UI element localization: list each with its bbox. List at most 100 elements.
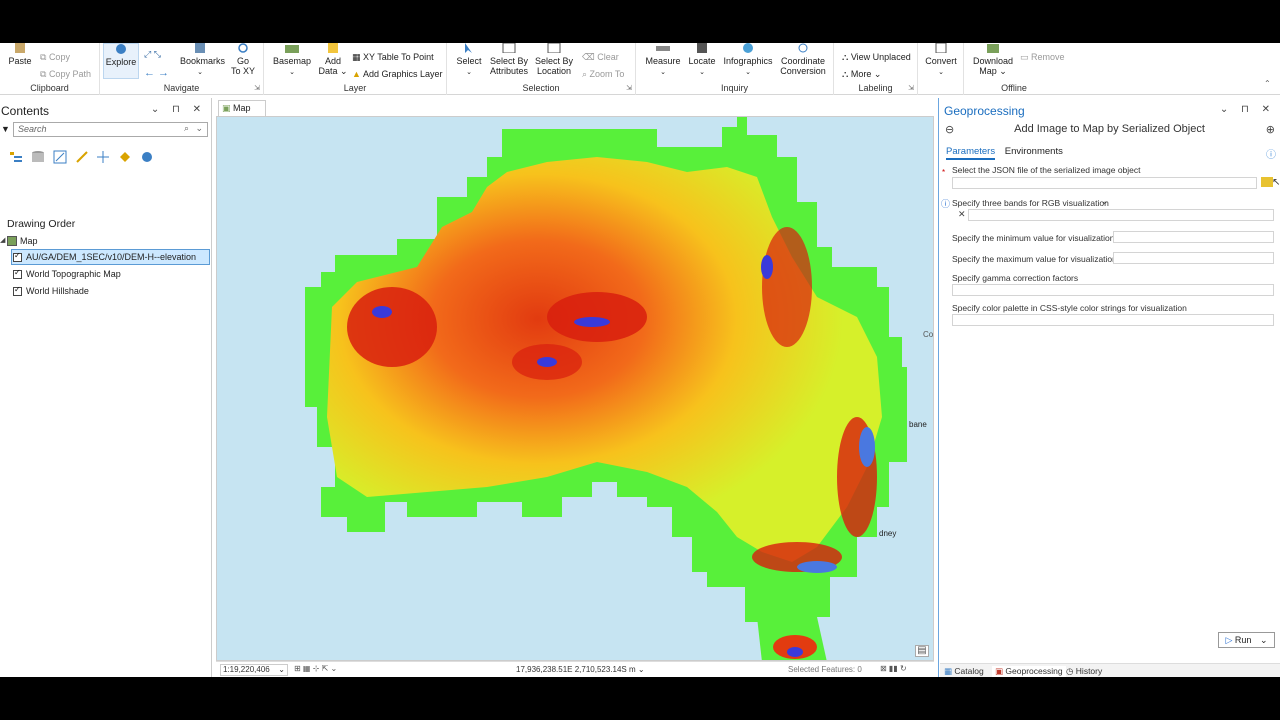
navigate-label: Navigate xyxy=(163,83,200,93)
map-overview-icon[interactable]: ▤ xyxy=(915,645,929,657)
contents-search-input[interactable]: Search ⌕ ⌄ xyxy=(13,122,208,137)
copy-path-button[interactable]: ⧉ Copy Path xyxy=(40,69,91,80)
xy-table-icon: ▦ xyxy=(352,52,361,62)
map-icon xyxy=(7,236,17,246)
tab-environments[interactable]: Environments xyxy=(1005,146,1063,157)
map-node[interactable]: Map xyxy=(20,236,38,246)
layer-visibility-checkbox[interactable] xyxy=(13,285,22,296)
more-labeling-button[interactable]: ⛬ More ⌄ xyxy=(842,69,881,80)
remove-offline-button[interactable]: ▭ Remove xyxy=(1020,52,1065,63)
layer-world-hillshade[interactable]: World Hillshade xyxy=(26,286,89,296)
geoprocessing-icon: ▣ xyxy=(995,666,1004,676)
infographics-icon xyxy=(743,43,753,53)
ribbon: Paste ⧉ Copy ⧉ Copy Path Clipboard Explo… xyxy=(0,43,1280,95)
labeling-launcher-icon[interactable]: ⇲ xyxy=(908,84,914,92)
palette-input[interactable] xyxy=(952,314,1274,326)
list-by-perspective-imagery-icon[interactable] xyxy=(140,150,154,164)
zoom-extent-icons[interactable]: ⤢ ⤡ xyxy=(144,49,161,60)
layer-visibility-checkbox[interactable] xyxy=(13,251,22,262)
basemap-icon xyxy=(285,45,299,53)
list-by-snapping-icon[interactable] xyxy=(96,150,110,164)
convert-button[interactable]: Convert ⌄ xyxy=(922,43,960,78)
convert-group: Convert ⌄ xyxy=(918,43,964,95)
geoprocessing-pane-controls[interactable]: ⌄ ⊓ ✕ xyxy=(1220,104,1275,115)
tab-history[interactable]: ◷ History xyxy=(1066,666,1102,677)
list-by-labeling-icon[interactable] xyxy=(118,150,132,164)
min-value-input[interactable] xyxy=(1113,231,1274,243)
add-data-icon xyxy=(328,43,338,53)
tab-catalog[interactable]: ▦ Catalog xyxy=(944,666,984,677)
info-icon: ⓘ xyxy=(941,199,951,209)
zoom-to-selection-button[interactable]: ⌕ Zoom To xyxy=(582,69,624,80)
catalog-icon: ▦ xyxy=(944,666,953,676)
select-by-attributes-button[interactable]: Select By Attributes xyxy=(489,43,529,76)
go-to-xy-icon xyxy=(238,43,248,53)
contents-pane: Contents ⌄ ⊓ ✕ ▼ Search ⌕ ⌄ Drawing Orde… xyxy=(0,98,212,677)
collapse-arrow-icon[interactable]: ◢ xyxy=(0,236,5,244)
param-gamma-label: Specify gamma correction factors xyxy=(952,273,1079,283)
chevron-down-icon: ⌄ xyxy=(1259,635,1268,645)
list-by-drawing-order-icon[interactable] xyxy=(9,150,23,164)
view-unplaced-button[interactable]: ⛬ View Unplaced xyxy=(842,52,911,63)
add-data-button[interactable]: Add Data ⌄ xyxy=(318,43,348,76)
tool-title: Add Image to Map by Serialized Object xyxy=(1014,123,1205,135)
gamma-input[interactable] xyxy=(952,284,1274,296)
bottom-pane-tabs: ▦ Catalog ▣ Geoprocessing ◷ History xyxy=(940,663,1280,677)
locate-icon xyxy=(697,43,707,53)
download-map-button[interactable]: Download Map ⌄ xyxy=(970,43,1016,76)
tab-parameters[interactable]: Parameters xyxy=(946,146,996,160)
max-value-input[interactable] xyxy=(1113,252,1274,264)
tab-geoprocessing[interactable]: ▣ Geoprocessing xyxy=(992,666,1066,677)
measure-button[interactable]: Measure ⌄ xyxy=(644,43,682,78)
arcgis-pro-window: Paste ⧉ Copy ⧉ Copy Path Clipboard Explo… xyxy=(0,43,1280,677)
list-by-source-icon[interactable] xyxy=(31,150,45,164)
basemap-button[interactable]: Basemap ⌄ xyxy=(272,43,312,78)
navigate-launcher-icon[interactable]: ⇲ xyxy=(254,84,260,92)
coordinate-conversion-button[interactable]: Coordinate Conversion xyxy=(779,43,827,76)
help-icon[interactable]: ⓘ xyxy=(1266,146,1276,161)
contents-title: Contents xyxy=(1,104,50,118)
remove-row-icon[interactable]: ✕ xyxy=(958,209,966,220)
list-by-selection-icon[interactable] xyxy=(53,150,67,164)
inquiry-group: Measure ⌄ Locate ⌄ Infographics ⌄ Coordinat… xyxy=(636,43,834,95)
param-json-file-label: Select the JSON file of the serialized i… xyxy=(952,165,1141,175)
expand-circle-icon[interactable]: ⌄ xyxy=(1101,196,1109,207)
param-max-label: Specify the maximum value for visualizat… xyxy=(952,254,1117,264)
map-status-bar: 1:19,220,406 ⌄ ⊞ ▦ ⊹ ⇱ ⌄ 17,936,238.51E … xyxy=(216,661,934,677)
copy-button[interactable]: ⧉ Copy xyxy=(40,52,70,63)
add-graphics-layer-button[interactable]: ▲ Add Graphics Layer xyxy=(352,69,442,79)
explore-button[interactable]: Explore xyxy=(103,43,139,79)
layer-dem-elevation[interactable]: AU/GA/DEM_1SEC/v10/DEM-H--elevation xyxy=(26,252,196,262)
infographics-button[interactable]: Infographics ⌄ xyxy=(722,43,774,78)
select-by-location-button[interactable]: Select By Location xyxy=(534,43,574,76)
filter-icon[interactable]: ▼ xyxy=(1,124,10,134)
paste-button[interactable]: Paste xyxy=(8,43,32,66)
map-canvas[interactable]: Co bane dney ▤ xyxy=(216,116,934,661)
chevron-down-icon[interactable]: ⌄ xyxy=(195,123,203,134)
map-view-tab[interactable]: ▣ Map ✕ xyxy=(218,100,266,124)
contents-pane-controls[interactable]: ⌄ ⊓ ✕ xyxy=(151,104,206,115)
json-file-input[interactable] xyxy=(952,177,1257,189)
back-forward-icons[interactable]: ← → xyxy=(144,67,169,79)
collapse-ribbon-icon[interactable]: ⌃ xyxy=(1264,79,1271,88)
map-status-tools-icons[interactable]: ⊞ ▦ ⊹ ⇱ ⌄ xyxy=(294,664,337,673)
pause-drawing-icon[interactable]: ⊠ ▮▮ ↻ xyxy=(880,664,907,673)
selection-launcher-icon[interactable]: ⇲ xyxy=(626,84,632,92)
selection-label: Selection xyxy=(522,83,560,93)
layer-world-topographic[interactable]: World Topographic Map xyxy=(26,269,121,279)
bookmarks-button[interactable]: Bookmarks ⌄ xyxy=(180,43,225,78)
clear-selection-button[interactable]: ⌫ Clear xyxy=(582,52,619,63)
bands-input[interactable] xyxy=(968,209,1274,221)
xy-table-to-point-button[interactable]: ▦ XY Table To Point xyxy=(352,52,434,63)
scale-selector[interactable]: 1:19,220,406 ⌄ xyxy=(220,664,288,676)
select-button[interactable]: Select ⌄ xyxy=(455,43,483,78)
param-palette-label: Specify color palette in CSS-style color… xyxy=(952,303,1187,313)
geoprocessing-title: Geoprocessing xyxy=(944,104,1025,118)
run-button[interactable]: ▷ Run ⌄ xyxy=(1218,632,1275,648)
coordinates-readout: 17,936,238.51E 2,710,523.14S m ⌄ xyxy=(516,665,645,674)
locate-button[interactable]: Locate ⌄ xyxy=(686,43,718,78)
list-by-editing-icon[interactable] xyxy=(75,150,89,164)
go-to-xy-button[interactable]: Go To XY xyxy=(228,43,258,76)
layer-visibility-checkbox[interactable] xyxy=(13,268,22,279)
add-icon[interactable]: ⊕ xyxy=(1266,123,1275,136)
